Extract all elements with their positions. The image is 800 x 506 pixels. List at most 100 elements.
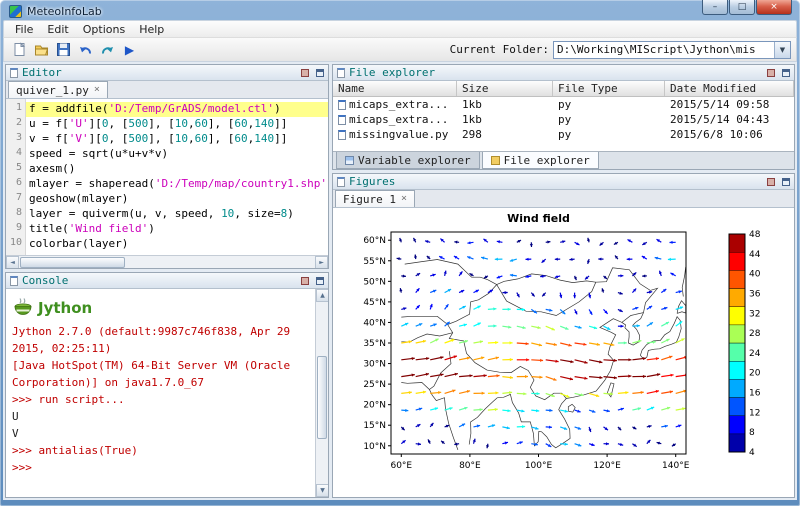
combobox-dropdown-button[interactable]: ▼ (774, 42, 790, 58)
scrollbar-thumb[interactable] (20, 257, 125, 268)
scroll-up-button[interactable]: ▲ (316, 289, 328, 302)
new-file-button[interactable] (9, 40, 30, 60)
maximize-icon[interactable] (782, 178, 790, 186)
float-icon[interactable] (301, 277, 309, 285)
code-line[interactable]: speed = sqrt(u*u+v*v) (26, 147, 328, 162)
scroll-left-button[interactable]: ◄ (6, 256, 19, 269)
redo-button[interactable] (97, 40, 118, 60)
y-tick-label: 45°N (363, 298, 386, 308)
menu-item-options[interactable]: Options (76, 22, 132, 37)
maximize-icon[interactable] (782, 69, 790, 77)
maximize-icon[interactable] (316, 277, 324, 285)
wind-vector (589, 393, 599, 397)
wind-vector (676, 321, 683, 326)
code-line[interactable]: mlayer = shaperead('D:/Temp/map/country1… (26, 177, 328, 192)
editor-code[interactable]: f = addfile('D:/Temp/GrADS/model.ctl')u … (26, 99, 328, 255)
wind-vector (401, 307, 406, 310)
wind-vector (497, 240, 503, 243)
wind-vector (676, 290, 682, 293)
editor-gutter: 12345678910 (6, 99, 26, 255)
tab-close-icon[interactable]: × (401, 194, 407, 204)
wind-vector (495, 258, 503, 261)
wind-vector (517, 392, 527, 395)
wind-vector (618, 408, 624, 411)
wind-vector (502, 409, 510, 412)
menu-item-edit[interactable]: Edit (40, 22, 75, 37)
wind-vector (484, 239, 488, 242)
tab-variable-explorer[interactable]: Variable explorer (336, 152, 480, 169)
float-icon[interactable] (301, 69, 309, 77)
wind-vector (517, 293, 520, 298)
save-button[interactable] (53, 40, 74, 60)
column-header-date-modified[interactable]: Date Modified (665, 81, 794, 96)
tab-quiver-1-py[interactable]: quiver_1.py × (8, 81, 108, 98)
editor-horizontal-scrollbar[interactable]: ◄ ► (6, 255, 328, 268)
wind-vector (517, 358, 529, 361)
wind-vector (440, 239, 444, 243)
minimize-button[interactable]: – (702, 0, 728, 15)
wind-vector (454, 241, 459, 244)
code-line[interactable]: v = f['V'][0, [500], [10,60], [60,140]] (26, 132, 328, 147)
wind-vector (430, 323, 437, 326)
code-line[interactable]: layer = quiverm(u, v, speed, 10, size=8) (26, 207, 328, 222)
table-row[interactable]: missingvalue.py298py2015/6/8 10:06 (333, 127, 794, 142)
wind-vector (604, 309, 608, 313)
float-icon[interactable] (767, 178, 775, 186)
console-body[interactable]: Jython Jython 2.7.0 (default:9987c746f83… (6, 289, 328, 497)
scroll-right-button[interactable]: ► (315, 256, 328, 269)
column-header-size[interactable]: Size (457, 81, 553, 96)
maximize-icon[interactable] (316, 69, 324, 77)
wind-vector (474, 306, 481, 310)
code-line[interactable]: title('Wind field') (26, 222, 328, 237)
column-header-file-type[interactable]: File Type (553, 81, 665, 96)
table-row[interactable]: micaps_extra...1kbpy2015/5/14 09:58 (333, 97, 794, 112)
wind-vector (517, 441, 523, 444)
wind-vector (632, 289, 636, 293)
wind-vector (560, 360, 573, 363)
cell-text: 1kb (462, 98, 482, 111)
wind-vector (546, 360, 559, 363)
console-vertical-scrollbar[interactable]: ▲ ▼ (315, 289, 328, 497)
wind-vector (661, 307, 667, 310)
document-icon (10, 276, 18, 286)
tab-figure-1[interactable]: Figure 1 × (335, 190, 415, 207)
tab-close-icon[interactable]: × (94, 85, 100, 95)
wind-vector (502, 376, 513, 379)
float-icon[interactable] (767, 69, 775, 77)
close-button[interactable]: × (756, 0, 792, 15)
run-script-button[interactable]: ▶ (119, 40, 140, 60)
wind-vector (589, 343, 600, 346)
wind-vector (632, 357, 646, 360)
wind-vector (467, 256, 473, 259)
title-bar[interactable]: MeteoInfoLab – □ × (3, 0, 797, 20)
wind-vector (672, 443, 676, 446)
menu-item-file[interactable]: File (8, 22, 40, 37)
code-editor[interactable]: 12345678910 f = addfile('D:/Temp/GrADS/m… (6, 99, 328, 255)
tab-file-explorer[interactable]: File explorer (482, 152, 599, 169)
menu-item-help[interactable]: Help (132, 22, 171, 37)
undo-icon (78, 42, 93, 57)
column-header-name[interactable]: Name (333, 81, 457, 96)
wind-vector (647, 373, 660, 377)
code-line[interactable]: f = addfile('D:/Temp/GrADS/model.ctl') (26, 102, 328, 117)
wind-vector (647, 440, 651, 444)
code-line[interactable]: colorbar(layer) (26, 237, 328, 252)
console-output: Jython Jython 2.7.0 (default:9987c746f83… (12, 293, 313, 476)
code-line[interactable]: u = f['U'][0, [500], [10,60], [60,140]] (26, 117, 328, 132)
scrollbar-thumb[interactable] (317, 356, 327, 439)
jython-logo-text: Jython (38, 299, 92, 317)
current-folder-combobox[interactable]: D:\Working\MIScript\Jython\mis ▼ (553, 41, 791, 59)
table-cell: py (553, 98, 665, 111)
scroll-down-button[interactable]: ▼ (316, 484, 328, 497)
table-row[interactable]: micaps_extra...1kbpy2015/5/14 04:43 (333, 112, 794, 127)
file-explorer-panel-header: File explorer (333, 65, 794, 81)
open-file-button[interactable] (31, 40, 52, 60)
code-line[interactable]: axesm() (26, 162, 328, 177)
wind-vector (614, 242, 618, 245)
code-line[interactable]: geoshow(mlayer) (26, 192, 328, 207)
colorbar-tick-label: 32 (749, 309, 760, 319)
wind-vector (604, 409, 610, 412)
undo-button[interactable] (75, 40, 96, 60)
maximize-button[interactable]: □ (729, 0, 755, 15)
wind-vector (555, 275, 560, 278)
